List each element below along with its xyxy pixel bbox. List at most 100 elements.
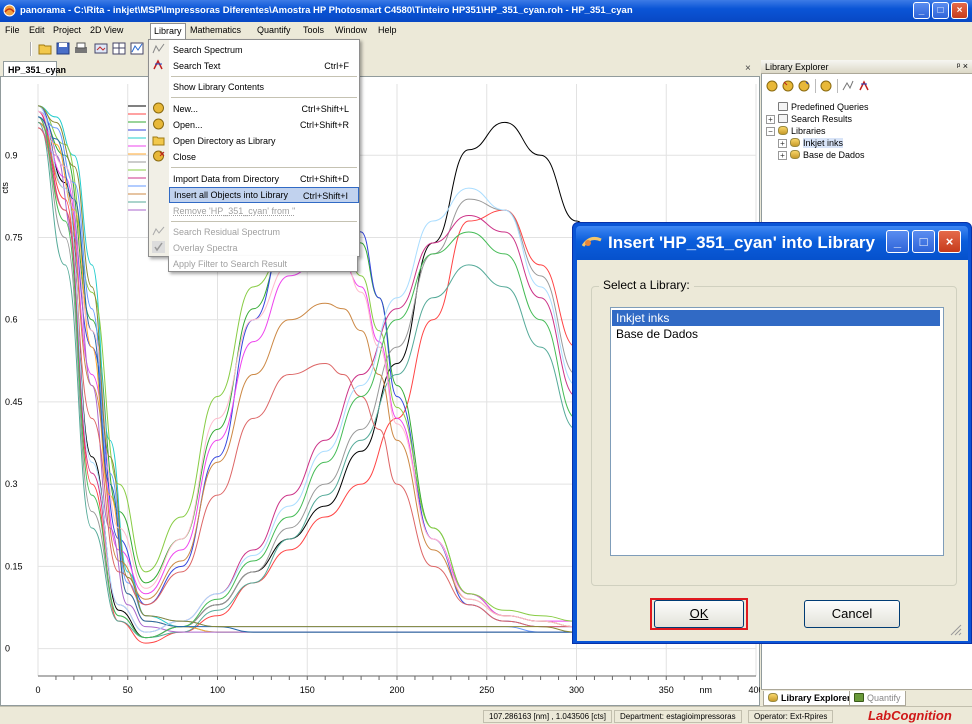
y-tick-label: 0 bbox=[5, 644, 10, 654]
list-item-inkjet-inks[interactable]: Inkjet inks bbox=[612, 310, 940, 326]
search-text-icon[interactable] bbox=[858, 80, 870, 92]
menu-item-new[interactable]: New... Ctrl+Shift+L bbox=[169, 101, 359, 117]
menu-mathematics[interactable]: Mathematics bbox=[190, 25, 241, 35]
menu-tools[interactable]: Tools bbox=[303, 25, 324, 35]
dialog-close-button[interactable]: × bbox=[938, 230, 961, 253]
menu-item-search-residual[interactable]: Search Residual Spectrum bbox=[169, 224, 359, 240]
menu-separator bbox=[171, 97, 357, 98]
menu-item-label: Search Residual Spectrum bbox=[173, 227, 281, 237]
tree-item-predefined-queries[interactable]: Predefined Queries bbox=[778, 102, 869, 112]
menu-item-label: Show Library Contents bbox=[173, 82, 265, 92]
menu-project[interactable]: Project bbox=[53, 25, 81, 35]
department-status: Department: estagioimpressoras bbox=[614, 710, 742, 723]
x-tick-label: 300 bbox=[569, 685, 584, 695]
menu-item-open-directory[interactable]: Open Directory as Library bbox=[169, 133, 359, 149]
x-tick-label: 150 bbox=[300, 685, 315, 695]
dialog-title-bar: Insert 'HP_351_cyan' into Library bbox=[576, 226, 968, 260]
y-axis-label: cts bbox=[0, 182, 10, 194]
menu-item-label: Overlay Spectra bbox=[173, 243, 238, 253]
open-library-icon[interactable] bbox=[798, 80, 810, 92]
menu-file[interactable]: File bbox=[5, 25, 20, 35]
new-library-icon[interactable] bbox=[782, 80, 794, 92]
tree-item-libraries[interactable]: − Libraries bbox=[766, 126, 826, 136]
menu-item-shortcut: Ctrl+Shift+R bbox=[299, 120, 349, 130]
menu-icon-strip bbox=[149, 40, 169, 256]
new-library-icon bbox=[153, 102, 164, 114]
query-icon bbox=[778, 102, 788, 111]
tree-item-inkjet-inks[interactable]: + Inkjet inks bbox=[778, 138, 844, 148]
list-item-base-de-dados[interactable]: Base de Dados bbox=[612, 326, 940, 342]
menu-item-search-spectrum[interactable]: Search Spectrum bbox=[169, 42, 359, 58]
minimize-button[interactable]: _ bbox=[913, 2, 930, 19]
x-tick-label: 400 bbox=[748, 685, 760, 695]
title-bar: panorama - C:\Rita - inkjet\MSP\Impresso… bbox=[0, 0, 972, 22]
tab-hp-351-cyan[interactable]: HP_351_cyan bbox=[3, 61, 66, 77]
close-library-icon[interactable] bbox=[820, 80, 832, 92]
print-icon[interactable] bbox=[74, 42, 88, 55]
expand-icon[interactable]: + bbox=[778, 151, 787, 160]
menu-help[interactable]: Help bbox=[378, 25, 397, 35]
x-tick-label: 200 bbox=[389, 685, 404, 695]
open-library-icon bbox=[153, 118, 164, 130]
menu-library[interactable]: Library bbox=[150, 23, 186, 39]
expand-icon[interactable]: + bbox=[766, 115, 775, 124]
library-icon bbox=[790, 138, 800, 147]
collapse-icon[interactable]: − bbox=[766, 127, 775, 136]
cancel-button[interactable]: Cancel bbox=[804, 600, 900, 628]
close-document-icon[interactable]: × bbox=[745, 63, 751, 74]
y-tick-label: 0.45 bbox=[5, 397, 23, 407]
dialog-minimize-button[interactable]: _ bbox=[886, 230, 909, 253]
search-spectrum-icon[interactable] bbox=[842, 80, 854, 92]
search-spectrum-icon bbox=[152, 43, 165, 54]
toolbar-separator bbox=[837, 79, 838, 93]
menu-item-label: Search Spectrum bbox=[173, 45, 243, 55]
menu-window[interactable]: Window bbox=[335, 25, 367, 35]
library-dropdown-menu: Search Spectrum Search Text Ctrl+F Show L… bbox=[148, 39, 360, 257]
library-listbox[interactable] bbox=[610, 307, 944, 556]
y-tick-label: 0.6 bbox=[5, 315, 18, 325]
panel-pin-icon[interactable]: ᵖ × bbox=[957, 61, 968, 71]
maximize-button[interactable]: □ bbox=[932, 2, 949, 19]
library-drum-icon bbox=[768, 693, 778, 702]
tree-item-search-results[interactable]: + Search Results bbox=[766, 114, 852, 124]
expand-icon[interactable]: + bbox=[778, 139, 787, 148]
tab-quantify[interactable]: Quantify bbox=[849, 691, 906, 706]
menu-item-search-text[interactable]: Search Text Ctrl+F bbox=[169, 58, 359, 74]
menu-edit[interactable]: Edit bbox=[29, 25, 45, 35]
library-icon bbox=[790, 150, 800, 159]
resize-grip-icon[interactable] bbox=[948, 622, 962, 636]
x-axis-label: nm bbox=[699, 685, 712, 695]
view-icon[interactable] bbox=[94, 42, 108, 55]
menu-item-shortcut: Ctrl+Shift+D bbox=[299, 174, 349, 184]
menu-item-apply-filter[interactable]: Apply Filter to Search Result bbox=[168, 256, 358, 272]
menu-item-close[interactable]: Close bbox=[169, 149, 359, 165]
close-window-button[interactable]: × bbox=[951, 2, 968, 19]
library-drum-icon[interactable] bbox=[766, 80, 778, 92]
menu-item-label: Remove 'HP_351_cyan' from '' bbox=[173, 206, 296, 216]
dialog-maximize-button[interactable]: □ bbox=[912, 230, 935, 253]
menu-item-remove[interactable]: Remove 'HP_351_cyan' from '' bbox=[169, 203, 359, 219]
tree-label: Inkjet inks bbox=[803, 138, 844, 148]
menu-2d-view[interactable]: 2D View bbox=[90, 25, 123, 35]
save-icon[interactable] bbox=[56, 42, 70, 55]
check-icon bbox=[152, 241, 165, 253]
x-tick-label: 0 bbox=[35, 685, 40, 695]
menu-separator bbox=[171, 76, 357, 77]
grid-icon[interactable] bbox=[112, 42, 126, 55]
menu-item-import-data[interactable]: Import Data from Directory Ctrl+Shift+D bbox=[169, 171, 359, 187]
x-tick-label: 100 bbox=[210, 685, 225, 695]
panorama-app-icon bbox=[3, 4, 16, 17]
chart-icon[interactable] bbox=[130, 42, 144, 55]
tab-library-explorer[interactable]: Library Explorer bbox=[763, 691, 856, 706]
menu-item-overlay-spectra[interactable]: Overlay Spectra bbox=[169, 240, 359, 256]
tab-label: Library Explorer bbox=[781, 693, 851, 703]
tree-item-base-de-dados[interactable]: + Base de Dados bbox=[778, 150, 865, 160]
x-tick-label: 250 bbox=[479, 685, 494, 695]
ok-button[interactable]: OK bbox=[654, 600, 744, 628]
menu-quantify[interactable]: Quantify bbox=[257, 25, 291, 35]
residual-spectrum-icon bbox=[152, 226, 165, 236]
menu-item-open[interactable]: Open... Ctrl+Shift+R bbox=[169, 117, 359, 133]
open-folder-icon[interactable] bbox=[38, 42, 52, 55]
menu-item-show-library-contents[interactable]: Show Library Contents bbox=[169, 79, 359, 95]
menu-item-insert-all-objects[interactable]: Insert all Objects into Library Ctrl+Shif… bbox=[169, 187, 359, 203]
